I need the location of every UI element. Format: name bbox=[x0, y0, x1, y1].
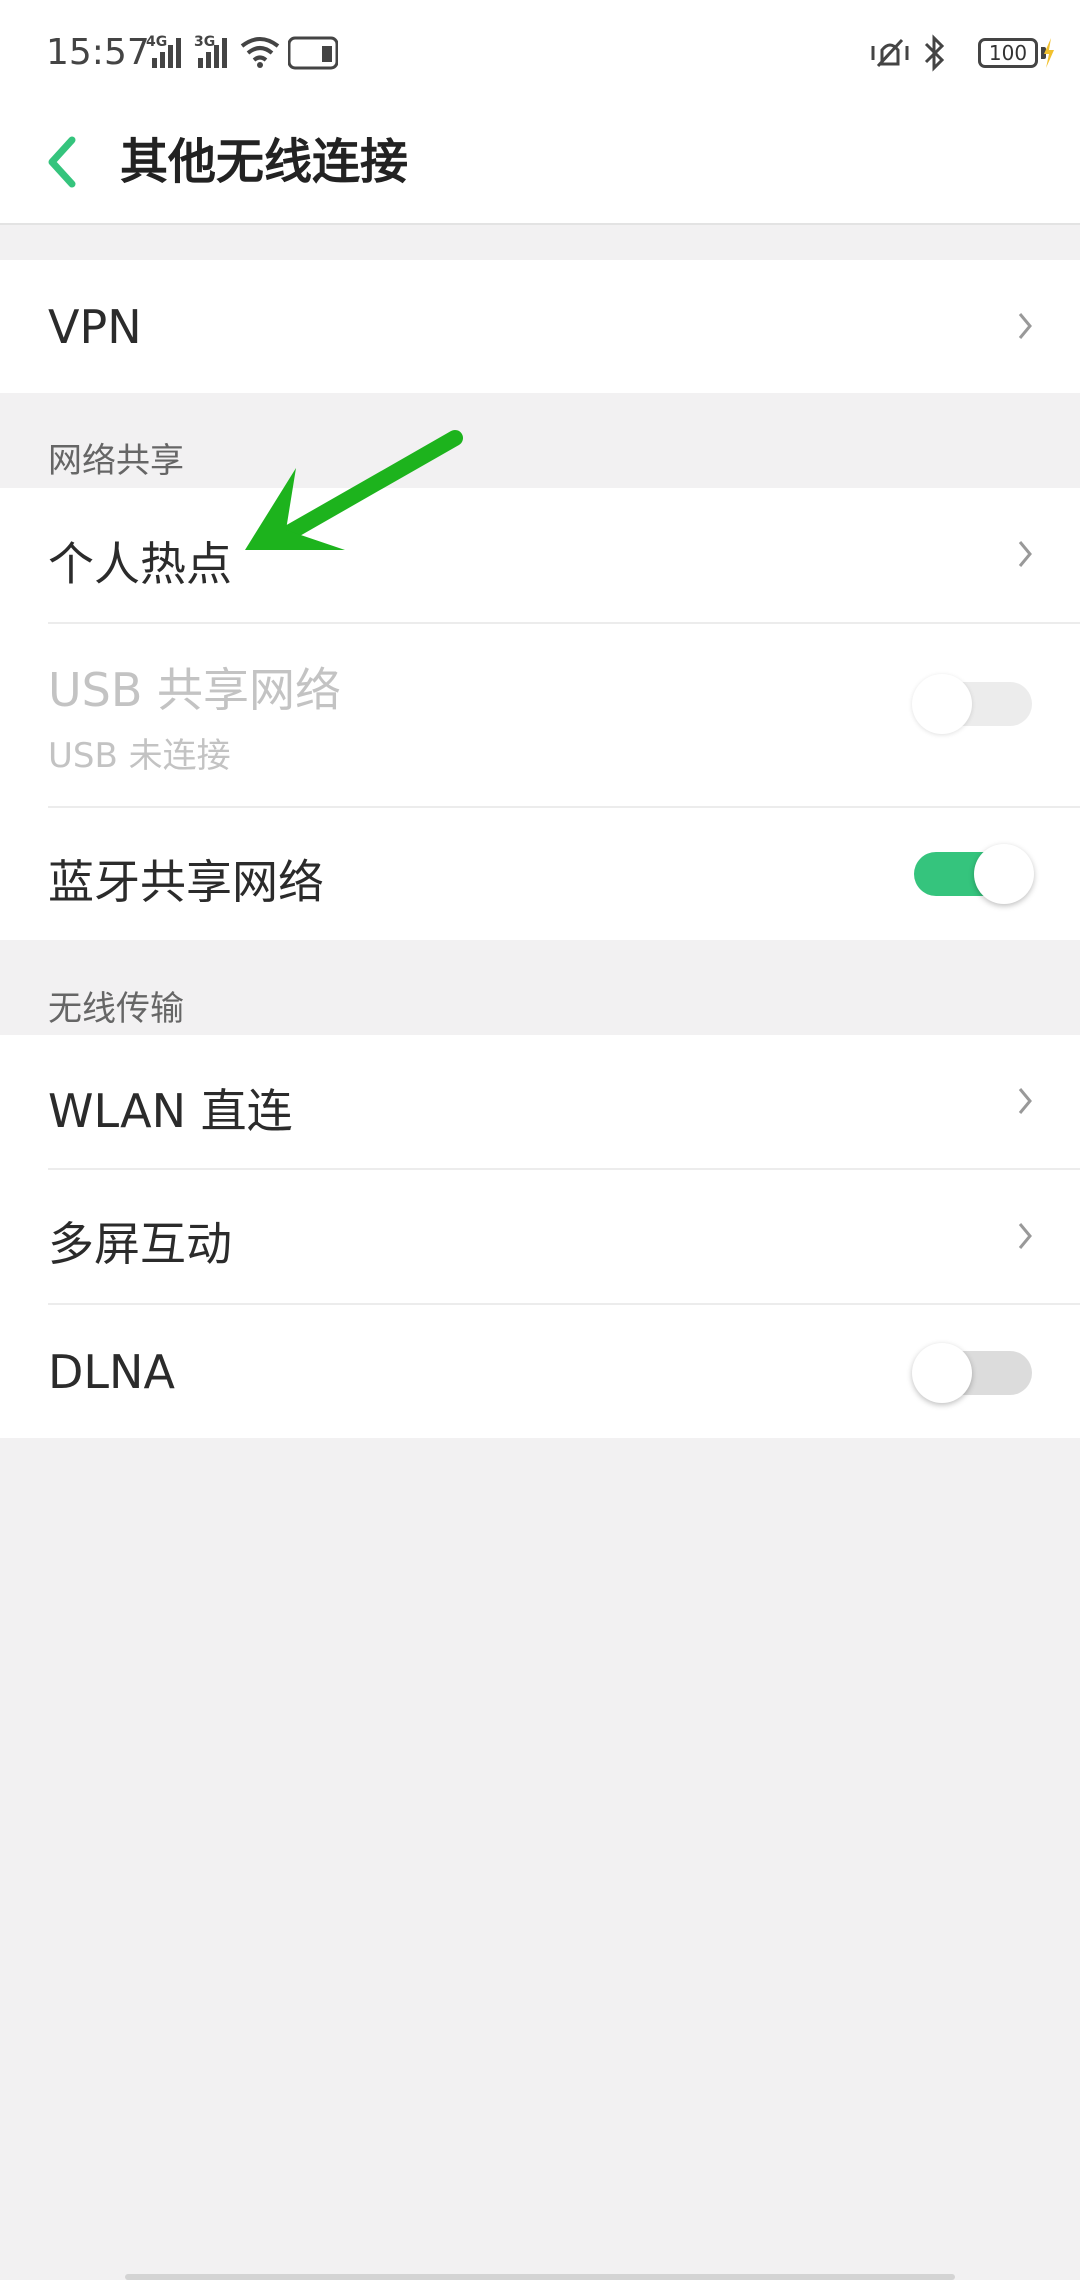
vpn-label: VPN bbox=[48, 300, 142, 354]
hotspot-label: 个人热点 bbox=[48, 537, 232, 591]
section-title-wireless: 无线传输 bbox=[48, 989, 184, 1029]
status-bar: 15:57 4G 3G 100 bbox=[0, 0, 1080, 110]
chevron-right-icon bbox=[1018, 1223, 1032, 1249]
dlna-row[interactable]: DLNA bbox=[0, 1305, 1080, 1438]
toggle-knob bbox=[974, 844, 1034, 904]
wlan-direct-label: WLAN 直连 bbox=[48, 1084, 293, 1138]
toggle-knob bbox=[912, 1343, 972, 1403]
hotspot-row[interactable]: 个人热点 bbox=[0, 488, 1080, 622]
bluetooth-icon bbox=[924, 34, 945, 72]
usb-tethering-toggle bbox=[912, 674, 1032, 734]
hd-icon bbox=[288, 36, 338, 70]
multiscreen-label: 多屏互动 bbox=[48, 1217, 232, 1271]
toggle-knob bbox=[912, 674, 972, 734]
wlan-direct-row[interactable]: WLAN 直连 bbox=[0, 1035, 1080, 1168]
sharing-card: 个人热点 USB 共享网络 USB 未连接 蓝牙共享网络 bbox=[0, 488, 1080, 940]
usb-tethering-subtitle: USB 未连接 bbox=[48, 736, 231, 776]
app-header: 其他无线连接 bbox=[0, 110, 1080, 225]
dlna-label: DLNA bbox=[48, 1345, 175, 1399]
status-time: 15:57 bbox=[46, 32, 150, 73]
bt-tethering-row[interactable]: 蓝牙共享网络 bbox=[0, 808, 1080, 940]
gesture-bar[interactable] bbox=[125, 2274, 955, 2280]
chevron-right-icon bbox=[1018, 1088, 1032, 1114]
signal-icon-2 bbox=[198, 38, 227, 68]
back-chevron-icon[interactable] bbox=[38, 122, 98, 202]
multiscreen-row[interactable]: 多屏互动 bbox=[0, 1170, 1080, 1303]
chevron-right-icon bbox=[1018, 313, 1032, 339]
usb-tethering-label: USB 共享网络 bbox=[48, 663, 342, 717]
annotation-arrow-icon bbox=[245, 430, 463, 550]
charging-icon bbox=[1044, 38, 1054, 68]
bt-tethering-label: 蓝牙共享网络 bbox=[48, 855, 324, 909]
section-title-sharing: 网络共享 bbox=[48, 441, 184, 481]
dlna-toggle[interactable] bbox=[912, 1343, 1032, 1403]
vibrate-icon bbox=[871, 38, 909, 68]
wireless-card: WLAN 直连 多屏互动 DLNA bbox=[0, 1035, 1080, 1438]
bt-tethering-toggle[interactable] bbox=[914, 844, 1034, 904]
signal-icon-1 bbox=[152, 38, 181, 68]
vpn-card: VPN bbox=[0, 260, 1080, 393]
vpn-row[interactable]: VPN bbox=[0, 260, 1080, 393]
wifi-icon bbox=[240, 37, 280, 68]
page-title: 其他无线连接 bbox=[120, 134, 409, 190]
battery-icon: 100 bbox=[978, 38, 1038, 68]
usb-tethering-row: USB 共享网络 USB 未连接 bbox=[0, 624, 1080, 806]
chevron-right-icon bbox=[1018, 541, 1032, 567]
